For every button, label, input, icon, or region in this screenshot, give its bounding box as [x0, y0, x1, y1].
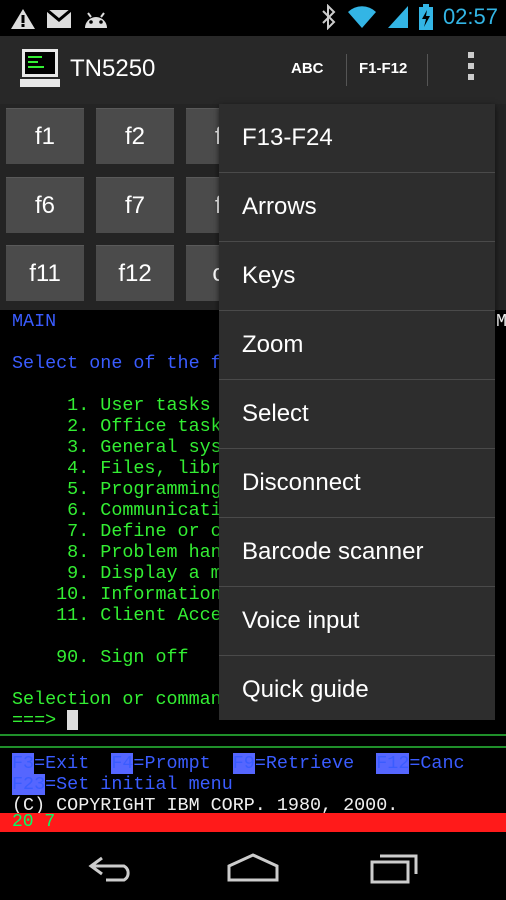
navigation-bar — [0, 832, 506, 900]
app-title: TN5250 — [70, 55, 156, 82]
menu-item-disconnect[interactable]: Disconnect — [219, 449, 495, 517]
terminal-app-icon[interactable] — [20, 48, 60, 88]
fkey-f4[interactable]: F4 — [111, 753, 134, 774]
battery-icon — [418, 4, 433, 30]
select-prompt: Select one of the f — [12, 353, 222, 374]
back-icon[interactable] — [88, 854, 138, 882]
key-f1[interactable]: f1 — [6, 108, 84, 164]
menu-item-quick-guide[interactable]: Quick guide — [219, 656, 495, 724]
abc-button[interactable]: ABC — [291, 60, 324, 77]
fkey-f3[interactable]: F3 — [12, 753, 35, 774]
key-f11[interactable]: f11 — [6, 245, 84, 301]
menu-option[interactable]: 7. Define or c — [12, 521, 222, 542]
status-bar: 02:57 — [0, 0, 506, 36]
recents-icon[interactable] — [370, 852, 420, 884]
android-icon — [85, 12, 107, 28]
command-line[interactable]: ===> — [12, 710, 79, 731]
key-f7[interactable]: f7 — [96, 177, 174, 233]
clock: 02:57 — [442, 4, 498, 29]
selection-label: Selection or comman — [12, 689, 222, 710]
menu-option[interactable]: 11. Client Acce — [12, 605, 222, 626]
overflow-menu-icon[interactable] — [468, 52, 476, 88]
menu-option[interactable]: 2. Office task — [12, 416, 222, 437]
menu-item-arrows[interactable]: Arrows — [219, 173, 495, 241]
fkey-f12[interactable]: F12 — [376, 753, 410, 774]
overflow-menu: F13-F24 Arrows Keys Zoom Select Disconne… — [219, 104, 495, 720]
key-f12[interactable]: f12 — [96, 245, 174, 301]
divider — [427, 54, 428, 86]
fkey-f9-label: =Retrieve — [254, 753, 355, 774]
menu-option[interactable]: 10. Information — [12, 584, 222, 605]
menu-option[interactable]: 9. Display a m — [12, 563, 222, 584]
menu-option[interactable]: 8. Problem han — [12, 542, 222, 563]
fkey-f4-label: =Prompt — [133, 753, 211, 774]
home-icon[interactable] — [226, 852, 280, 882]
command-prompt: ===> — [12, 710, 68, 731]
menu-item-barcode-scanner[interactable]: Barcode scanner — [219, 518, 495, 586]
divider — [0, 746, 506, 748]
menu-item-select[interactable]: Select — [219, 380, 495, 448]
fkeys-button[interactable]: F1-F12 — [359, 60, 407, 77]
fkey-f9[interactable]: F9 — [232, 753, 255, 774]
menu-option[interactable]: 3. General sys — [12, 437, 222, 458]
divider — [346, 54, 347, 86]
menu-item-keys[interactable]: Keys — [219, 242, 495, 310]
terminal-status-bar: 20 7 — [0, 813, 506, 832]
fkey-f12-label: =Canc — [409, 753, 465, 774]
fkey-f23[interactable]: F23 — [12, 774, 46, 795]
menu-option[interactable]: 90. Sign off — [12, 647, 188, 668]
menu-item-zoom[interactable]: Zoom — [219, 311, 495, 379]
signal-icon — [387, 6, 408, 28]
menu-item-f13-f24[interactable]: F13-F24 — [219, 104, 495, 172]
gmail-icon — [46, 9, 72, 28]
menu-item-voice-input[interactable]: Voice input — [219, 587, 495, 655]
screen-right-char: M — [496, 311, 506, 332]
bluetooth-icon — [322, 4, 336, 30]
screen-title: MAIN — [12, 311, 57, 332]
text-cursor — [67, 710, 79, 730]
menu-option[interactable]: 1. User tasks — [12, 395, 210, 416]
fkey-f3-label: =Exit — [34, 753, 90, 774]
warning-icon — [11, 9, 35, 29]
wifi-icon — [347, 6, 376, 29]
key-f6[interactable]: f6 — [6, 177, 84, 233]
divider — [0, 734, 506, 736]
action-bar: TN5250 ABC F1-F12 — [0, 36, 506, 104]
function-key-legend: F23=Set initial menu — [12, 774, 233, 795]
menu-option[interactable]: 4. Files, libr — [12, 458, 222, 479]
cursor-position: 20 7 — [12, 812, 56, 832]
function-key-legend: F3=Exit F4=Prompt F9=Retrieve F12=Canc — [12, 753, 465, 774]
fkey-f23-label: =Set initial menu — [45, 774, 233, 795]
menu-option[interactable]: 5. Programming — [12, 479, 222, 500]
menu-option[interactable]: 6. Communicati — [12, 500, 222, 521]
key-f2[interactable]: f2 — [96, 108, 174, 164]
